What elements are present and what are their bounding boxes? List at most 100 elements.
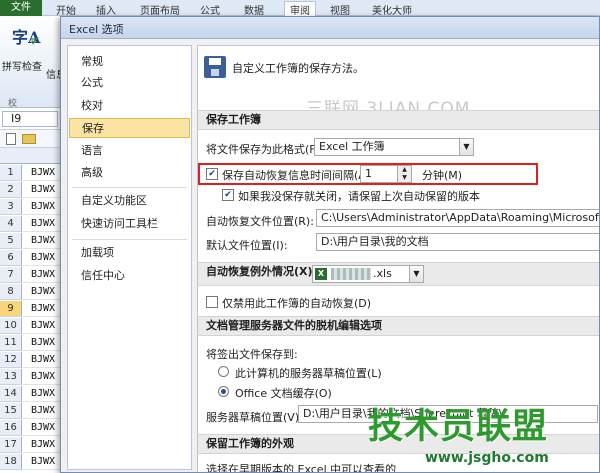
row-header[interactable]: 12 bbox=[0, 352, 22, 368]
nav-item-advanced[interactable]: 高级 bbox=[69, 163, 190, 183]
table-cell[interactable]: BJWX bbox=[23, 352, 63, 368]
table-cell[interactable]: BJWX bbox=[23, 403, 63, 419]
nav-divider bbox=[72, 187, 187, 188]
tab-formulas[interactable]: 公式 bbox=[200, 2, 220, 17]
radio-server-drafts[interactable] bbox=[218, 366, 229, 377]
autorecover-location-label: 自动恢复文件位置(R): bbox=[206, 215, 314, 228]
table-cell[interactable]: BJWX bbox=[23, 267, 63, 283]
nav-item-proofing[interactable]: 校对 bbox=[69, 96, 190, 116]
row-header[interactable]: 7 bbox=[0, 267, 22, 283]
table-cell[interactable]: BJWX bbox=[23, 233, 63, 249]
nav-item-customize-ribbon[interactable]: 自定义功能区 bbox=[69, 191, 190, 211]
nav-item-language[interactable]: 语言 bbox=[69, 141, 190, 161]
disable-autorecover-label: 仅禁用此工作簿的自动恢复(D) bbox=[222, 297, 372, 310]
excel-file-icon: X bbox=[315, 268, 327, 280]
table-cell[interactable]: BJWX bbox=[23, 301, 63, 317]
exception-workbook-select[interactable]: X .xls ▼ bbox=[312, 265, 424, 283]
name-box[interactable]: I9 bbox=[2, 111, 58, 127]
row-header[interactable]: 15 bbox=[0, 403, 22, 419]
tab-review[interactable]: 审阅 bbox=[284, 1, 316, 17]
tab-file[interactable]: 文件 bbox=[0, 0, 42, 16]
keep-last-version-checkbox[interactable]: ✔ bbox=[222, 189, 234, 201]
interval-spinner[interactable]: ▲ ▼ bbox=[397, 166, 411, 182]
row-header[interactable]: 13 bbox=[0, 369, 22, 385]
check-mark-icon: ✔ bbox=[30, 34, 41, 48]
row-header[interactable]: 2 bbox=[0, 182, 22, 198]
row-header[interactable]: 16 bbox=[0, 420, 22, 436]
tab-home[interactable]: 开始 bbox=[56, 2, 76, 17]
row-header[interactable]: 8 bbox=[0, 284, 22, 300]
row-header[interactable]: 11 bbox=[0, 335, 22, 351]
row-header[interactable]: 3 bbox=[0, 199, 22, 215]
table-cell[interactable]: BJWX bbox=[23, 369, 63, 385]
nav-item-trust-center[interactable]: 信任中心 bbox=[69, 266, 190, 286]
tab-page-layout[interactable]: 页面布局 bbox=[140, 2, 180, 17]
table-cell[interactable]: BJWX bbox=[23, 182, 63, 198]
open-folder-icon[interactable] bbox=[22, 134, 36, 144]
nav-item-quick-access-toolbar[interactable]: 快速访问工具栏 bbox=[69, 214, 190, 234]
tab-beautify[interactable]: 美化大师 bbox=[372, 2, 412, 17]
keep-last-version-label: 如果我没保存就关闭，请保留上次自动保留的版本 bbox=[238, 190, 480, 203]
exceptions-title: 自动恢复例外情况(X): bbox=[206, 265, 317, 278]
table-cell[interactable]: BJWX bbox=[23, 199, 63, 215]
row-header[interactable]: 5 bbox=[0, 233, 22, 249]
chevron-down-icon[interactable]: ▼ bbox=[459, 139, 473, 155]
autorecover-location-input[interactable]: C:\Users\Administrator\AppData\Roaming\M… bbox=[316, 209, 599, 227]
table-cell[interactable]: BJWX bbox=[23, 216, 63, 232]
table-cell[interactable]: BJWX bbox=[23, 386, 63, 402]
section-save-workbook: 保存工作簿 bbox=[198, 110, 599, 130]
server-drafts-option-label: 此计算机的服务器草稿位置(L) bbox=[235, 367, 382, 380]
nav-item-formulas[interactable]: 公式 bbox=[69, 73, 190, 93]
brand-logo: 技术员联盟 bbox=[368, 407, 549, 447]
dialog-title-bar: Excel 选项 bbox=[61, 17, 599, 39]
row-header[interactable]: 1 bbox=[0, 165, 22, 181]
table-cell[interactable]: BJWX bbox=[23, 335, 63, 351]
table-cell[interactable]: BJWX bbox=[23, 454, 63, 470]
tab-insert[interactable]: 插入 bbox=[96, 2, 116, 17]
autorecover-checkbox[interactable]: ✔ bbox=[206, 168, 218, 180]
disable-autorecover-checkbox[interactable] bbox=[206, 296, 218, 308]
brand-url: www.jsgho.com bbox=[425, 450, 549, 466]
blurred-filename bbox=[331, 268, 371, 280]
new-document-icon[interactable] bbox=[6, 133, 16, 145]
save-disk-icon bbox=[204, 56, 226, 78]
row-header[interactable]: 17 bbox=[0, 437, 22, 453]
nav-item-general[interactable]: 常规 bbox=[69, 52, 190, 72]
row-header[interactable]: 10 bbox=[0, 318, 22, 334]
row-header[interactable]: 4 bbox=[0, 216, 22, 232]
default-location-input[interactable]: D:\用户目录\我的文档 bbox=[316, 233, 599, 251]
table-cell[interactable]: BJWX bbox=[23, 318, 63, 334]
table-cell[interactable]: BJWX bbox=[23, 165, 63, 181]
row-header[interactable]: 18 bbox=[0, 454, 22, 470]
row-header[interactable]: 14 bbox=[0, 386, 22, 402]
save-format-select[interactable]: Excel 工作簿 ▼ bbox=[314, 138, 474, 156]
row-header[interactable]: 6 bbox=[0, 250, 22, 266]
nav-item-add-ins[interactable]: 加载项 bbox=[69, 243, 190, 263]
spin-down-icon[interactable]: ▼ bbox=[398, 174, 411, 182]
exception-file-suffix: .xls bbox=[373, 267, 392, 280]
section-offline-editing: 文档管理服务器文件的脱机编辑选项 bbox=[198, 316, 599, 336]
spin-up-icon[interactable]: ▲ bbox=[398, 166, 411, 174]
table-cell[interactable]: BJWX bbox=[23, 420, 63, 436]
tab-data[interactable]: 数据 bbox=[244, 2, 264, 17]
drafts-location-label: 服务器草稿位置(V): bbox=[206, 411, 303, 424]
dialog-title: Excel 选项 bbox=[69, 23, 124, 36]
spell-check-label: 拼写检查 bbox=[2, 62, 42, 73]
content-header: 自定义工作簿的保存方法。 bbox=[232, 62, 364, 75]
nav-item-save[interactable]: 保存 bbox=[69, 118, 190, 138]
table-cell[interactable]: BJWX bbox=[23, 284, 63, 300]
tab-view[interactable]: 视图 bbox=[330, 2, 350, 17]
checkout-label: 将签出文件保存到: bbox=[206, 348, 298, 361]
autorecover-interval-input[interactable]: 1 ▲ ▼ bbox=[360, 165, 412, 183]
table-cell[interactable]: BJWX bbox=[23, 437, 63, 453]
row-header[interactable]: 9 bbox=[0, 301, 22, 317]
radio-office-cache[interactable] bbox=[218, 386, 229, 397]
interval-unit-label: 分钟(M) bbox=[422, 169, 463, 182]
chevron-down-icon[interactable]: ▼ bbox=[409, 266, 423, 282]
spell-check-button[interactable]: 字A ✔ 拼写检查 bbox=[2, 24, 64, 94]
autorecover-label: 保存自动恢复信息时间间隔(A) bbox=[222, 169, 371, 182]
office-cache-option-label: Office 文档缓存(O) bbox=[235, 387, 332, 400]
save-format-value: Excel 工作簿 bbox=[319, 140, 385, 153]
interval-value: 1 bbox=[365, 167, 372, 180]
table-cell[interactable]: BJWX bbox=[23, 250, 63, 266]
